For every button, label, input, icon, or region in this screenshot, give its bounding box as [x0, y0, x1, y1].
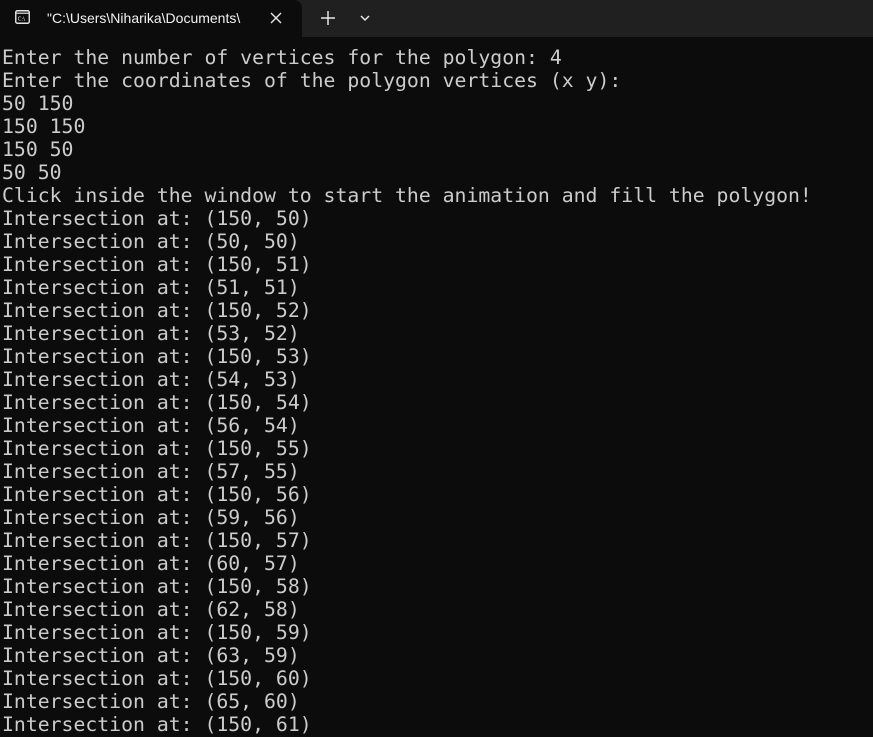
close-icon[interactable]	[266, 9, 286, 27]
active-tab[interactable]: C:\ "C:\Users\Niharika\Documents\	[0, 0, 302, 37]
console-line: 50 50	[2, 161, 62, 184]
console-line: Intersection at: (57, 55)	[2, 460, 300, 483]
tab-dropdown-button[interactable]	[352, 5, 378, 31]
console-line: Intersection at: (54, 53)	[2, 368, 300, 391]
console-line: Intersection at: (150, 51)	[2, 253, 312, 276]
svg-text:C:\: C:\	[18, 16, 26, 22]
console-line: Enter the number of vertices for the pol…	[2, 46, 562, 69]
console-line: Click inside the window to start the ani…	[2, 184, 812, 207]
tab-bar: C:\ "C:\Users\Niharika\Documents\	[0, 0, 873, 37]
console-line: 150 50	[2, 138, 74, 161]
console-output[interactable]: Enter the number of vertices for the pol…	[2, 46, 871, 737]
console-line: Intersection at: (150, 60)	[2, 667, 312, 690]
console-line: Intersection at: (150, 56)	[2, 483, 312, 506]
console-line: 150 150	[2, 115, 86, 138]
console-line: 50 150	[2, 92, 74, 115]
console-line: Intersection at: (150, 58)	[2, 575, 312, 598]
console-icon: C:\	[15, 10, 30, 24]
chevron-down-icon	[360, 15, 370, 22]
terminal-window: C:\ "C:\Users\Niharika\Documents\ Enter …	[0, 0, 873, 737]
console-line: Intersection at: (150, 50)	[2, 207, 312, 230]
console-line: Intersection at: (53, 52)	[2, 322, 300, 345]
console-line: Intersection at: (150, 61)	[2, 713, 312, 736]
console-line: Intersection at: (60, 57)	[2, 552, 300, 575]
console-line: Intersection at: (59, 56)	[2, 506, 300, 529]
console-line: Intersection at: (150, 59)	[2, 621, 312, 644]
console-line: Intersection at: (62, 58)	[2, 598, 300, 621]
new-tab-button[interactable]	[314, 5, 342, 31]
console-line: Intersection at: (65, 60)	[2, 690, 300, 713]
console-line: Intersection at: (56, 54)	[2, 414, 300, 437]
console-line: Intersection at: (150, 57)	[2, 529, 312, 552]
console-line: Enter the coordinates of the polygon ver…	[2, 69, 622, 92]
plus-icon	[321, 11, 335, 25]
console-line: Intersection at: (51, 51)	[2, 276, 300, 299]
console-line: Intersection at: (150, 55)	[2, 437, 312, 460]
console-line: Intersection at: (63, 59)	[2, 644, 300, 667]
console-line: Intersection at: (50, 50)	[2, 230, 300, 253]
tab-title: "C:\Users\Niharika\Documents\	[47, 10, 241, 26]
console-line: Intersection at: (150, 53)	[2, 345, 312, 368]
console-line: Intersection at: (150, 54)	[2, 391, 312, 414]
console-line: Intersection at: (150, 52)	[2, 299, 312, 322]
